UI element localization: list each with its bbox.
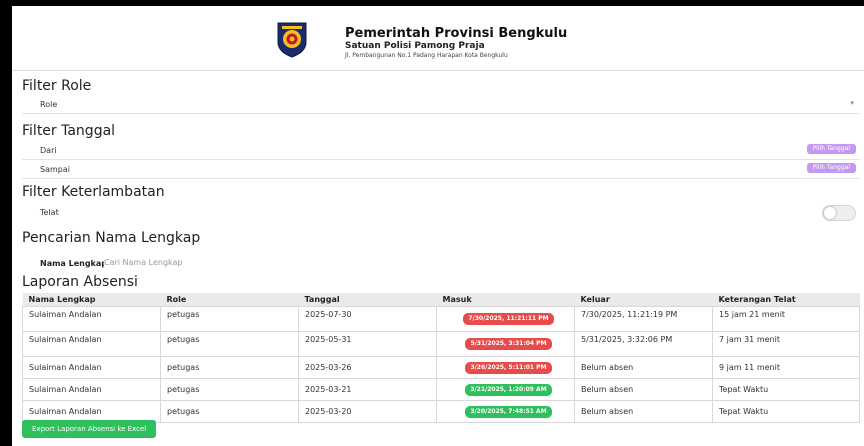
page-header: Pemerintah Provinsi Bengkulu Satuan Poli… [12,6,864,71]
late-row: Telat [22,203,860,221]
cell-nama: Sulaiman Andalan [22,356,161,379]
date-from-row: Dari Pilih Tanggal [22,141,860,160]
app-frame: Pemerintah Provinsi Bengkulu Satuan Poli… [12,6,864,446]
column-header: Role [160,293,299,307]
late-toggle[interactable] [822,205,856,221]
header-subtitle: Satuan Polisi Pamong Praja [345,41,485,51]
cell-nama: Sulaiman Andalan [22,331,161,357]
pick-date-to-button[interactable]: Pilih Tanggal [806,163,856,173]
cell-tanggal: 2025-05-31 [298,331,437,357]
date-to-row: Sampai Pilih Tanggal [22,160,860,179]
column-header: Nama Lengkap [22,293,161,307]
search-row: Nama Lengkap [22,254,860,274]
cell-keluar: Belum absen [574,378,713,401]
table-header-row: Nama Lengkap Role Tanggal Masuk Keluar K… [22,293,860,307]
cell-role: petugas [160,331,299,357]
filter-late-title: Filter Keterlambatan [22,184,165,200]
header-title: Pemerintah Provinsi Bengkulu [345,26,568,41]
cell-masuk: 3/21/2025, 1:20:09 AM [436,378,575,401]
cell-tanggal: 2025-07-30 [298,306,437,332]
table-row: Sulaiman Andalan petugas 2025-03-21 3/21/20… [22,378,860,401]
masuk-status-badge: 3/21/2025, 1:20:09 AM [465,383,552,396]
cell-keterangan: 9 jam 11 menit [712,356,860,379]
cell-masuk: 7/30/2025, 11:21:11 PM [436,306,575,332]
table-row: Sulaiman Andalan petugas 2025-05-31 5/31/20… [22,331,860,357]
cell-keterangan: Tepat Waktu [712,378,860,401]
table-row: Sulaiman Andalan petugas 2025-07-30 7/30/20… [22,306,860,332]
column-header: Keterangan Telat [712,293,860,307]
cell-masuk: 5/31/2025, 3:31:04 PM [436,331,575,357]
cell-keterangan: 15 jam 21 menit [712,306,860,332]
satpol-pp-logo-icon [277,22,307,58]
report-table: Nama Lengkap Role Tanggal Masuk Keluar K… [22,293,860,423]
column-header: Tanggal [298,293,437,307]
cell-keluar: Belum absen [574,400,713,423]
role-select-value: Role [40,100,58,109]
cell-role: petugas [160,378,299,401]
search-input[interactable] [104,255,404,269]
export-excel-button[interactable]: Export Laporan Absensi ke Excel [22,420,157,438]
masuk-status-badge: 5/31/2025, 3:31:04 PM [465,338,552,350]
late-label: Telat [40,208,59,217]
cell-tanggal: 2025-03-26 [298,356,437,379]
toggle-knob [824,207,836,219]
column-header: Keluar [574,293,713,307]
masuk-status-badge: 7/30/2025, 11:21:11 PM [463,313,554,325]
header-text: Pemerintah Provinsi Bengkulu Satuan Poli… [345,27,567,59]
cell-masuk: 3/20/2025, 7:48:51 AM [436,400,575,423]
cell-nama: Sulaiman Andalan [22,306,161,332]
cell-keterangan: Tepat Waktu [712,400,860,423]
cell-nama: Sulaiman Andalan [22,378,161,401]
cell-tanggal: 2025-03-21 [298,378,437,401]
cell-role: petugas [160,306,299,332]
pick-date-from-button[interactable]: Pilih Tanggal [806,144,856,154]
report-table-body: Sulaiman Andalan petugas 2025-07-30 7/30/20… [22,306,860,423]
report-title: Laporan Absensi [22,274,138,290]
date-from-label: Dari [40,146,57,155]
filter-tanggal-title: Filter Tanggal [22,123,116,139]
cell-keluar: 7/30/2025, 11:21:19 PM [574,306,713,332]
filter-role-title: Filter Role [22,78,92,94]
cell-keluar: Belum absen [574,356,713,379]
role-select[interactable]: Role ▾ [22,95,860,114]
search-label: Nama Lengkap [40,259,108,268]
cell-role: petugas [160,356,299,379]
date-to-label: Sampai [40,165,70,174]
cell-keterangan: 7 jam 31 menit [712,331,860,357]
column-header: Masuk [436,293,575,307]
cell-keluar: 5/31/2025, 3:32:06 PM [574,331,713,357]
cell-tanggal: 2025-03-20 [298,400,437,423]
search-title: Pencarian Nama Lengkap [22,230,201,246]
header-address: Jl. Pembangunan No.1 Padang Harapan Kota… [345,52,508,59]
cell-role: petugas [160,400,299,423]
chevron-down-icon: ▾ [850,99,854,107]
masuk-status-badge: 3/26/2025, 5:11:01 PM [465,361,552,374]
table-row: Sulaiman Andalan petugas 2025-03-26 3/26/20… [22,356,860,379]
masuk-status-badge: 3/20/2025, 7:48:51 AM [465,405,552,418]
cell-masuk: 3/26/2025, 5:11:01 PM [436,356,575,379]
